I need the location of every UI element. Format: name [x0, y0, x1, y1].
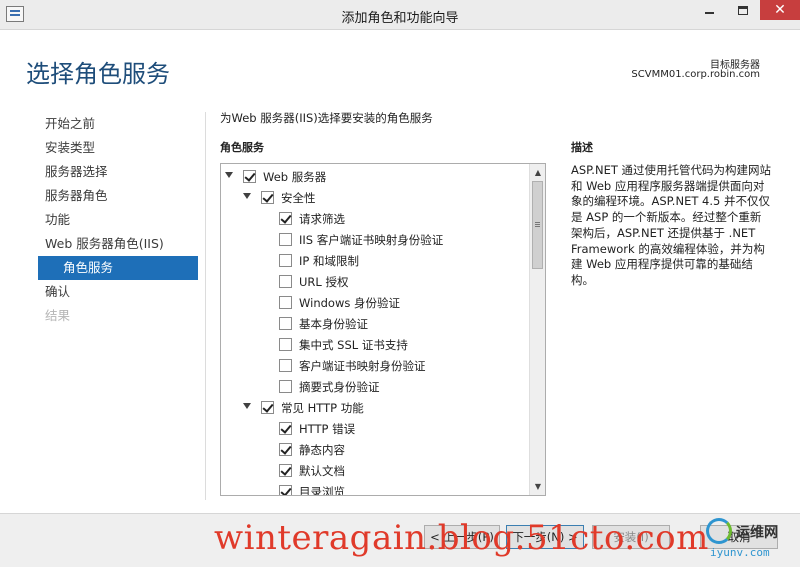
tree-checkbox[interactable]: [279, 485, 292, 495]
tree-checkbox[interactable]: [279, 275, 292, 288]
tree-item-label: IP 和域限制: [299, 254, 359, 268]
tree-row[interactable]: Web 服务器: [221, 166, 529, 187]
tree-item-label: 请求筛选: [299, 212, 345, 226]
tree-checkbox[interactable]: [279, 254, 292, 267]
tree-item-label: HTTP 错误: [299, 422, 356, 436]
tree-row[interactable]: IIS 客户端证书映射身份验证: [221, 229, 529, 250]
tree-checkbox[interactable]: [279, 422, 292, 435]
description-header: 描述: [571, 141, 593, 154]
tree-row[interactable]: 安全性: [221, 187, 529, 208]
nav-item-confirmation[interactable]: 确认: [38, 280, 198, 304]
description-text: ASP.NET 通过使用托管代码为构建网站和 Web 应用程序服务器端提供面向对…: [571, 163, 772, 287]
scroll-down-button[interactable]: ▼: [530, 478, 545, 495]
close-button[interactable]: ✕: [760, 0, 800, 20]
nav-item-web-server-role[interactable]: Web 服务器角色(IIS): [38, 232, 198, 256]
tree-item-label: 静态内容: [299, 443, 345, 457]
grip-icon: [535, 222, 540, 223]
nav-item-server-roles[interactable]: 服务器角色: [38, 184, 198, 208]
title-bar: 添加角色和功能向导 ✕: [0, 0, 800, 30]
tree-row[interactable]: HTTP 错误: [221, 418, 529, 439]
nav-item-installation-type[interactable]: 安装类型: [38, 136, 198, 160]
expander-icon[interactable]: [243, 193, 251, 199]
tree-row[interactable]: Windows 身份验证: [221, 292, 529, 313]
tree-item-label: Windows 身份验证: [299, 296, 400, 310]
tree-row[interactable]: 默认文档: [221, 460, 529, 481]
tree-row[interactable]: 客户端证书映射身份验证: [221, 355, 529, 376]
tree-row[interactable]: 基本身份验证: [221, 313, 529, 334]
tree-item-label: URL 授权: [299, 275, 349, 289]
tree-item-label: Web 服务器: [263, 170, 327, 184]
tree-checkbox[interactable]: [261, 191, 274, 204]
role-services-header: 角色服务: [220, 141, 264, 154]
minimize-button[interactable]: [692, 0, 726, 20]
tree-row[interactable]: 摘要式身份验证: [221, 376, 529, 397]
tree-row[interactable]: 常见 HTTP 功能: [221, 397, 529, 418]
nav-item-role-services[interactable]: 角色服务: [38, 256, 198, 280]
nav-divider: [205, 112, 206, 500]
tree-item-label: 客户端证书映射身份验证: [299, 359, 426, 373]
nav-item-before-you-begin[interactable]: 开始之前: [38, 112, 198, 136]
tree-item-label: 默认文档: [299, 464, 345, 478]
close-icon: ✕: [774, 2, 786, 18]
wizard-nav: 开始之前 安装类型 服务器选择 服务器角色 功能 Web 服务器角色(IIS) …: [38, 112, 198, 328]
expander-icon[interactable]: [225, 172, 233, 178]
nav-item-features[interactable]: 功能: [38, 208, 198, 232]
tree-item-label: 目录浏览: [299, 485, 345, 496]
expander-icon[interactable]: [243, 403, 251, 409]
tree-checkbox[interactable]: [279, 380, 292, 393]
tree-checkbox[interactable]: [279, 296, 292, 309]
tree-row[interactable]: 目录浏览: [221, 481, 529, 496]
tree-item-label: 安全性: [281, 191, 316, 205]
chevron-up-icon: ▲: [534, 168, 542, 177]
nav-item-server-selection[interactable]: 服务器选择: [38, 160, 198, 184]
tree-row[interactable]: IP 和域限制: [221, 250, 529, 271]
tree-checkbox[interactable]: [279, 464, 292, 477]
tree-item-label: 集中式 SSL 证书支持: [299, 338, 408, 352]
tree-checkbox[interactable]: [279, 359, 292, 372]
tree-item-label: 基本身份验证: [299, 317, 368, 331]
tree-checkbox[interactable]: [279, 212, 292, 225]
tree-checkbox[interactable]: [279, 443, 292, 456]
tree-item-label: IIS 客户端证书映射身份验证: [299, 233, 444, 247]
tree-checkbox[interactable]: [261, 401, 274, 414]
tree-row[interactable]: 静态内容: [221, 439, 529, 460]
tree-checkbox[interactable]: [279, 233, 292, 246]
maximize-icon: [738, 5, 748, 15]
role-services-tree[interactable]: Web 服务器安全性请求筛选 IIS 客户端证书映射身份验证 IP 和域限制 URL …: [220, 163, 546, 496]
tree-row[interactable]: URL 授权: [221, 271, 529, 292]
page-title: 选择角色服务: [26, 60, 170, 88]
tree-checkbox[interactable]: [279, 338, 292, 351]
tree-checkbox[interactable]: [279, 317, 292, 330]
tree-item-label: 摘要式身份验证: [299, 380, 380, 394]
tree-row[interactable]: 集中式 SSL 证书支持: [221, 334, 529, 355]
site-logo: 运维网 iyunv.com: [700, 516, 800, 564]
tree-scrollbar[interactable]: ▲ ▼: [529, 164, 545, 495]
tree-item-label: 常见 HTTP 功能: [281, 401, 364, 415]
tree-row[interactable]: 请求筛选: [221, 208, 529, 229]
logo-title: 运维网: [736, 525, 778, 541]
window-title: 添加角色和功能向导: [341, 11, 459, 26]
scroll-thumb[interactable]: [532, 181, 543, 269]
minimize-icon: [704, 12, 714, 14]
tree-checkbox[interactable]: [243, 170, 256, 183]
watermark-text: winteragain.blog.51cto.com: [214, 518, 709, 558]
chevron-down-icon: ▼: [534, 482, 542, 491]
logo-domain: iyunv.com: [710, 546, 770, 559]
scroll-up-button[interactable]: ▲: [530, 164, 545, 181]
destination-server-value: SCVMM01.corp.robin.com: [631, 69, 760, 80]
nav-item-results: 结果: [45, 308, 71, 323]
maximize-button[interactable]: [726, 0, 760, 20]
logo-circle-icon: [706, 518, 732, 544]
instruction-text: 为Web 服务器(IIS)选择要安装的角色服务: [220, 111, 433, 125]
